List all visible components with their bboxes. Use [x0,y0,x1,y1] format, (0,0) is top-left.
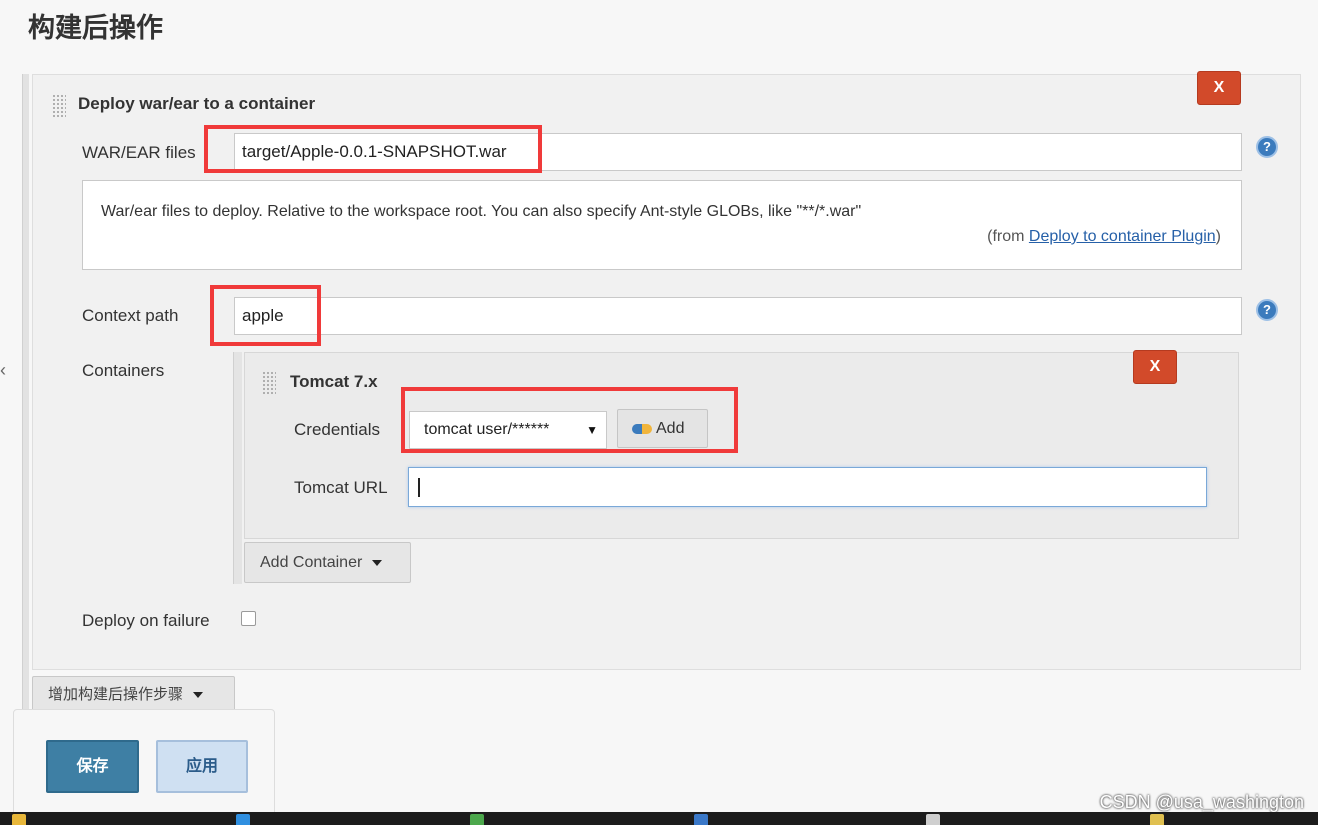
help-text: War/ear files to deploy. Relative to the… [101,203,862,220]
context-path-input[interactable]: apple [234,297,1242,335]
grip-icon[interactable] [262,371,276,395]
help-icon[interactable]: ? [1256,136,1278,158]
war-files-input[interactable]: target/Apple-0.0.1-SNAPSHOT.war [234,133,1242,171]
scroll-arrow-icon: ‹ [0,360,6,380]
container-title: Tomcat 7.x [290,372,378,391]
taskbar [0,812,1318,825]
add-credentials-button[interactable]: Add [617,409,708,448]
taskbar-app-icon[interactable] [1150,814,1164,825]
key-icon [632,423,652,434]
war-files-label: WAR/EAR files [82,143,196,162]
apply-button[interactable]: 应用 [156,740,248,793]
watermark: CSDN @usa_washington [1099,792,1304,812]
containers-label: Containers [82,361,165,380]
tomcat-url-label: Tomcat URL [294,478,388,497]
help-box: War/ear files to deploy. Relative to the… [82,180,1242,270]
add-credentials-label: Add [656,420,685,437]
section-title: 构建后操作 [28,13,163,43]
taskbar-app-icon[interactable] [926,814,940,825]
add-container-button[interactable]: Add Container [244,542,411,583]
credentials-label: Credentials [294,420,380,439]
taskbar-app-icon[interactable] [236,814,250,825]
context-path-label: Context path [82,306,179,325]
delete-container-button[interactable]: X [1133,350,1177,384]
deploy-on-failure-checkbox[interactable] [241,611,256,626]
help-icon[interactable]: ? [1256,299,1278,321]
save-button[interactable]: 保存 [46,740,139,793]
add-container-label: Add Container [260,554,363,571]
step-rail [22,74,29,710]
containers-rail [233,352,242,584]
help-source: (from Deploy to container Plugin) [987,228,1221,246]
tomcat-url-input[interactable] [408,467,1207,507]
help-from-prefix: (from [987,228,1029,245]
delete-step-button[interactable]: X [1197,71,1241,105]
credentials-select[interactable]: tomcat user/****** ▼ [409,411,607,449]
plugin-link[interactable]: Deploy to container Plugin [1029,228,1216,245]
help-from-suffix: ) [1215,228,1221,245]
grip-icon[interactable] [52,94,66,118]
taskbar-app-icon[interactable] [694,814,708,825]
credentials-value: tomcat user/****** [424,421,550,438]
step-title: Deploy war/ear to a container [78,94,316,113]
add-post-build-step-button[interactable]: 增加构建后操作步骤 [32,676,235,713]
text-cursor [418,478,420,497]
add-post-build-label: 增加构建后操作步骤 [48,686,184,703]
tomcat-container-panel [244,352,1239,539]
taskbar-app-icon[interactable] [12,814,26,825]
chevron-down-icon [193,692,204,699]
taskbar-app-icon[interactable] [470,814,484,825]
deploy-on-failure-label: Deploy on failure [82,611,210,630]
chevron-down-icon [372,559,383,566]
select-caret-icon: ▼ [586,423,598,437]
